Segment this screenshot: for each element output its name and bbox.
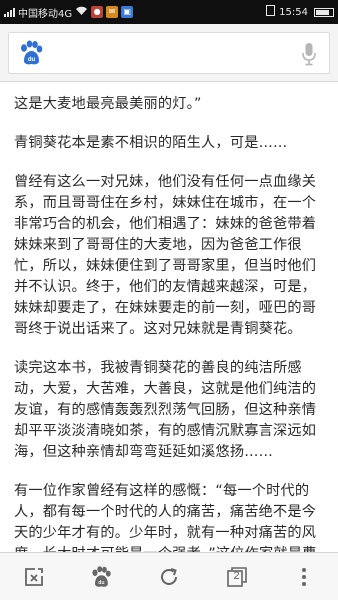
- more-button[interactable]: [284, 557, 324, 597]
- app-notification-icon: ✉: [106, 6, 119, 18]
- svg-text:du: du: [99, 579, 105, 585]
- bottom-toolbar: du 2: [0, 552, 338, 600]
- article-paragraph: 青铜葵花本是素不相识的陌生人，可是……: [14, 135, 288, 151]
- app-notification-icon: ●: [91, 6, 104, 18]
- baidu-paw-icon: du: [92, 565, 112, 587]
- article-paragraph: 这是大麦地最亮最美丽的灯。”: [14, 96, 202, 112]
- baidu-paw-logo[interactable]: du: [17, 39, 45, 67]
- refresh-icon: [161, 567, 177, 585]
- search-header: du: [0, 24, 338, 82]
- article-paragraph: 读完这本书，我被青铜葵花的善良的纯洁所感动，大爱，大苦难，大善良，这就是他们纯洁…: [14, 360, 317, 460]
- battery-icon: [314, 7, 334, 17]
- article-paragraph: 曾经有这么一对兄妹，他们没有任何一点血缘关系，而且哥哥住在乡村，妹妹住在城市，在…: [14, 174, 317, 337]
- sim-icon: [266, 5, 276, 19]
- clock: 15:54: [279, 6, 308, 18]
- search-input[interactable]: du: [8, 32, 330, 74]
- wifi-icon: [75, 6, 88, 19]
- carrier-label: 中国移动4G: [18, 8, 73, 20]
- app-notification-icon: ▣: [121, 6, 134, 18]
- signal-icon: [4, 7, 15, 17]
- svg-text:du: du: [28, 57, 36, 63]
- tab-count: 2: [233, 569, 240, 582]
- exit-icon: [24, 567, 43, 586]
- baidu-home-button[interactable]: du: [81, 557, 121, 597]
- microphone-icon[interactable]: [301, 42, 317, 66]
- status-right: 15:54: [266, 5, 334, 19]
- exit-button[interactable]: [14, 557, 54, 597]
- article-content: 这是大麦地最亮最美丽的灯。” 青铜葵花本是素不相识的陌生人，可是…… 曾经有这么…: [0, 82, 338, 552]
- status-left: 中国移动4G ● ✉ ▣: [4, 5, 134, 20]
- article-paragraph: 有一位作家曾经有这样的感慨：“每一个时代的人，都有每一个时代的人的痛苦，痛苦绝不…: [14, 483, 317, 552]
- tabs-button[interactable]: 2: [217, 557, 257, 597]
- refresh-button[interactable]: [149, 557, 189, 597]
- more-icon: [302, 567, 307, 586]
- status-bar: 中国移动4G ● ✉ ▣ 15:54: [0, 0, 338, 24]
